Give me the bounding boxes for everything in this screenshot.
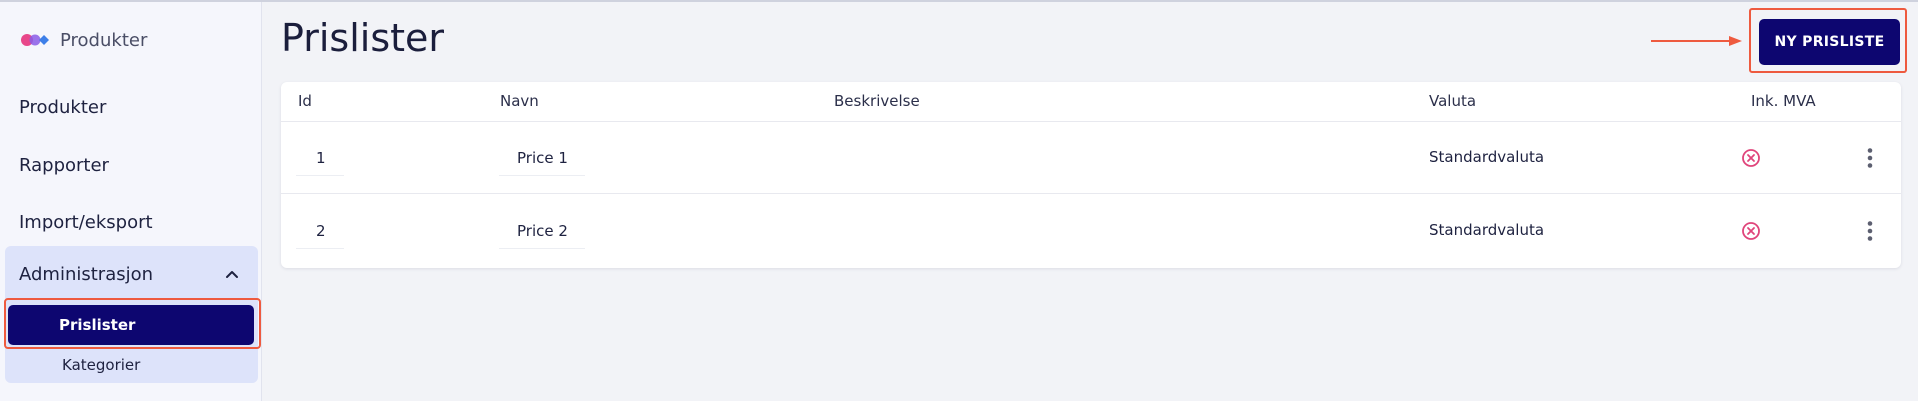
top-divider bbox=[0, 0, 1918, 2]
sidebar-item-import-eksport[interactable]: Import/eksport bbox=[0, 197, 262, 247]
sidebar-item-label: Produkter bbox=[19, 96, 107, 118]
row-name: Price 2 bbox=[499, 213, 585, 249]
sidebar-group-label: Administrasjon bbox=[19, 263, 154, 285]
sidebar-subitem-label: Kategorier bbox=[62, 356, 141, 374]
row-name-value: Price 1 bbox=[517, 148, 568, 167]
brand[interactable]: Produkter bbox=[20, 26, 147, 54]
column-header-id[interactable]: Id bbox=[298, 92, 312, 110]
more-vertical-icon[interactable] bbox=[1866, 147, 1874, 169]
column-header-navn[interactable]: Navn bbox=[500, 92, 539, 110]
sidebar-item-label: Rapporter bbox=[19, 154, 109, 176]
chevron-up-icon[interactable] bbox=[224, 266, 240, 282]
sidebar-item-produkter[interactable]: Produkter bbox=[0, 82, 262, 132]
row-name-value: Price 2 bbox=[517, 221, 568, 240]
page-title: Prislister bbox=[281, 16, 445, 60]
row-id-value: 1 bbox=[316, 148, 326, 167]
new-pricelist-button[interactable]: NY PRISLISTE bbox=[1759, 19, 1900, 65]
row-id-value: 2 bbox=[316, 221, 326, 240]
row-id: 2 bbox=[296, 213, 344, 249]
more-vertical-icon[interactable] bbox=[1866, 220, 1874, 242]
sidebar-item-label: Import/eksport bbox=[19, 211, 153, 233]
sidebar-group-header[interactable]: Administrasjon bbox=[5, 246, 258, 302]
column-header-ink-mva[interactable]: Ink. MVA bbox=[1751, 92, 1816, 110]
pricelist-table: Id Navn Beskrivelse Valuta Ink. MVA 1 Pr… bbox=[281, 82, 1901, 268]
row-id: 1 bbox=[296, 140, 344, 176]
row-name: Price 1 bbox=[499, 140, 585, 176]
annotation-arrow-icon bbox=[1651, 36, 1742, 46]
sidebar-group-administrasjon: Administrasjon Prislister Kategorier bbox=[5, 246, 258, 383]
sidebar: Produkter Produkter Rapporter Import/eks… bbox=[0, 2, 262, 401]
sidebar-subitem-kategorier[interactable]: Kategorier bbox=[8, 346, 254, 384]
brand-label: Produkter bbox=[60, 29, 148, 51]
column-header-valuta[interactable]: Valuta bbox=[1429, 92, 1476, 110]
sidebar-subitem-prislister[interactable]: Prislister bbox=[8, 305, 254, 345]
table-row[interactable]: 1 Price 1 Standardvaluta bbox=[281, 122, 1901, 194]
row-currency: Standardvaluta bbox=[1429, 148, 1545, 166]
row-currency: Standardvaluta bbox=[1429, 221, 1545, 239]
column-header-beskrivelse[interactable]: Beskrivelse bbox=[834, 92, 920, 110]
x-circle-icon bbox=[1742, 222, 1760, 240]
table-row[interactable]: 2 Price 2 Standardvaluta bbox=[281, 195, 1901, 267]
x-circle-icon bbox=[1742, 149, 1760, 167]
table-header: Id Navn Beskrivelse Valuta Ink. MVA bbox=[281, 82, 1901, 122]
sidebar-item-rapporter[interactable]: Rapporter bbox=[0, 140, 262, 190]
brand-dots-icon bbox=[21, 34, 49, 46]
sidebar-subitem-label: Prislister bbox=[59, 316, 136, 334]
